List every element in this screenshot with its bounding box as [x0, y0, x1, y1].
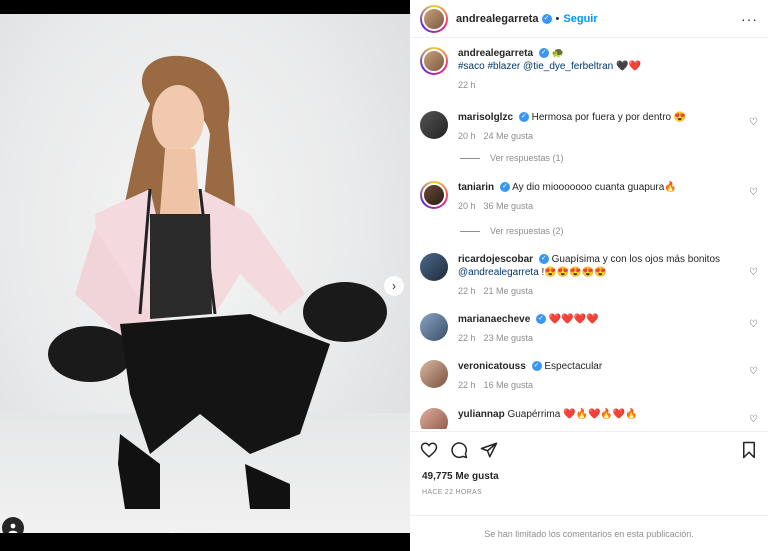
tagged-users-button[interactable] [2, 517, 24, 533]
person-icon [8, 523, 18, 533]
commenter-username[interactable]: yuliannap [458, 409, 505, 420]
comment-time: 20 h [458, 201, 476, 211]
comment-time: 22 h [458, 286, 476, 296]
verified-badge-icon: ✓ [536, 314, 547, 325]
caption-tags[interactable]: #saco #blazer @tie_dye_ferbeltran [458, 61, 613, 72]
like-comment-heart-icon[interactable]: ♡ [749, 366, 758, 377]
instagram-post-modal: › andrealegarreta ✓ • Seguir ··· andreal… [0, 0, 768, 551]
commenter-username[interactable]: taniarin [458, 182, 494, 193]
verified-badge-icon: ✓ [538, 48, 549, 59]
next-slide-button[interactable]: › [384, 276, 404, 296]
like-comment-heart-icon[interactable]: ♡ [749, 319, 758, 330]
follow-button[interactable]: Seguir [563, 13, 597, 25]
verified-badge-icon: ✓ [538, 254, 549, 265]
comment-time: 22 h [458, 333, 476, 343]
more-options-icon[interactable]: ··· [741, 11, 758, 27]
comments-limited-notice: Se han limitado los comentarios en esta … [410, 515, 768, 539]
comment-likes[interactable]: 21 Me gusta [484, 285, 534, 298]
carousel-dots [170, 532, 209, 533]
commenter-avatar[interactable] [420, 181, 448, 209]
commenter-username[interactable]: ricardojescobar [458, 254, 533, 265]
view-replies-button[interactable]: Ver respuestas (1) [460, 153, 564, 163]
commenter-username[interactable]: veronicatouss [458, 361, 526, 372]
like-comment-heart-icon[interactable]: ♡ [749, 414, 758, 425]
view-replies-button[interactable]: Ver respuestas (2) [460, 226, 564, 236]
comments-list: andrealegarreta ✓ 🐢 #saco #blazer @tie_d… [410, 39, 768, 429]
comment-likes[interactable]: 16 Me gusta [484, 379, 534, 392]
heart-icon[interactable] [420, 441, 438, 459]
carousel-dot [198, 532, 202, 533]
comment-likes[interactable]: 24 Me gusta [484, 130, 534, 143]
post-media: › [0, 0, 410, 551]
caption-hearts: 🖤❤️ [616, 61, 641, 72]
comment-time: 20 h [458, 131, 476, 141]
comment-item: yuliannap Guapérrima ❤️🔥❤️🔥❤️🔥 ♡ [420, 408, 758, 429]
comment-text: Espectacular [544, 361, 603, 372]
carousel-dot [177, 532, 181, 533]
caption-emoji: 🐢 [551, 48, 565, 59]
commenter-avatar[interactable] [420, 408, 448, 429]
comment-item: taniarin ✓ Ay dio miooooooo cuanta guapu… [420, 181, 758, 213]
comment-time: 22 h [458, 380, 476, 390]
view-replies-label: Ver respuestas (1) [490, 153, 564, 163]
author-avatar[interactable] [420, 4, 448, 33]
verified-badge-icon: ✓ [518, 112, 529, 123]
caption-username[interactable]: andrealegarreta [458, 48, 533, 59]
comment-text: Guapísima y con los ojos más bonitos [551, 254, 721, 265]
carousel-dot [205, 532, 209, 533]
commenter-avatar[interactable] [420, 253, 448, 281]
commenter-username[interactable]: marisolglzc [458, 112, 513, 123]
carousel-dot [170, 532, 174, 533]
comment-likes[interactable]: 23 Me gusta [484, 332, 534, 345]
likes-count[interactable]: 49,775 Me gusta [422, 471, 499, 482]
share-icon[interactable] [480, 441, 498, 459]
like-comment-heart-icon[interactable]: ♡ [749, 267, 758, 278]
replies-line [460, 157, 480, 159]
comment-likes[interactable]: 36 Me gusta [484, 200, 534, 213]
comment-item: veronicatouss ✓ Espectacular 22 h 16 Me … [420, 360, 758, 392]
view-replies-label: Ver respuestas (2) [490, 226, 564, 236]
chevron-right-icon: › [392, 279, 396, 293]
woman-figure [48, 55, 387, 509]
post-header: andrealegarreta ✓ • Seguir ··· [410, 0, 768, 38]
like-comment-heart-icon[interactable]: ♡ [749, 187, 758, 198]
comment-item: marianaecheve ✓ ❤️❤️❤️❤️ 22 h 23 Me gust… [420, 313, 758, 345]
separator-dot: • [555, 12, 560, 25]
caption-row: andrealegarreta ✓ 🐢 #saco #blazer @tie_d… [420, 47, 758, 92]
commenter-avatar[interactable] [420, 313, 448, 341]
post-photo: › [0, 14, 410, 533]
comment-icon[interactable] [450, 441, 468, 459]
like-comment-heart-icon[interactable]: ♡ [749, 117, 758, 128]
commenter-username[interactable]: marianaecheve [458, 314, 530, 325]
post-actions: 49,775 Me gusta HACE 22 HORAS Se han lim… [410, 431, 768, 551]
carousel-dot [184, 532, 188, 533]
comment-text: Hermosa por fuera y por dentro 😍 [531, 112, 687, 123]
comment-item: ricardojescobar ✓ Guapísima y con los oj… [420, 253, 758, 298]
verified-badge-icon: ✓ [499, 182, 510, 193]
replies-line [460, 230, 480, 232]
author-avatar[interactable] [420, 47, 448, 75]
post-side-panel: andrealegarreta ✓ • Seguir ··· andrealeg… [410, 0, 768, 551]
comment-mention[interactable]: @andrealegarreta [458, 267, 539, 278]
carousel-dot [191, 532, 195, 533]
comment-text: Guapérrima ❤️🔥❤️🔥❤️🔥 [507, 409, 638, 420]
verified-badge-icon: ✓ [541, 13, 552, 24]
post-age: HACE 22 HORAS [422, 489, 482, 496]
comment-text: Ay dio miooooooo cuanta guapura🔥 [512, 182, 677, 193]
comment-item: marisolglzc ✓ Hermosa por fuera y por de… [420, 111, 758, 143]
commenter-avatar[interactable] [420, 111, 448, 139]
bookmark-icon[interactable] [740, 441, 758, 459]
caption-time: 22 h [458, 80, 476, 90]
author-username[interactable]: andrealegarreta [456, 13, 539, 25]
commenter-avatar[interactable] [420, 360, 448, 388]
comment-text: ❤️❤️❤️❤️ [548, 314, 599, 325]
comment-text-2: !😍😍😍😍😍 [541, 267, 607, 278]
verified-badge-icon: ✓ [531, 361, 542, 372]
